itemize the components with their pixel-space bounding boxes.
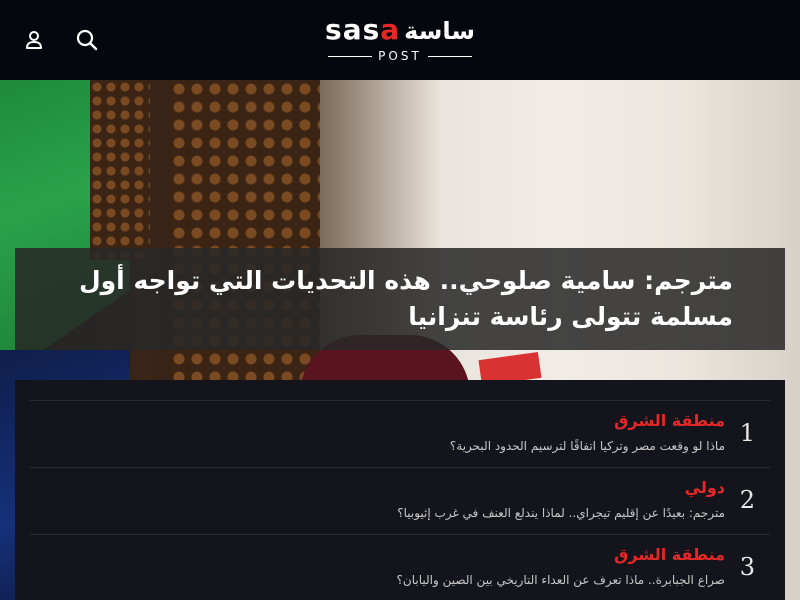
- logo-wordmark: sasa ساسة: [325, 14, 475, 47]
- article-list: 1 منطقة الشرق ماذا لو وقعت مصر وتركيا ات…: [30, 400, 770, 600]
- list-item[interactable]: 3 منطقة الشرق صراع الجبابرة.. ماذا تعرف …: [30, 534, 770, 600]
- logo-divider: [328, 55, 373, 57]
- item-number: 3: [739, 553, 755, 581]
- logo-arabic: ساسة: [404, 17, 475, 45]
- item-number: 2: [739, 486, 755, 514]
- search-icon[interactable]: [75, 28, 99, 52]
- most-read-panel: 1 منطقة الشرق ماذا لو وقعت مصر وتركيا ات…: [15, 380, 785, 600]
- list-item[interactable]: 1 منطقة الشرق ماذا لو وقعت مصر وتركيا ات…: [30, 400, 770, 467]
- site-header: sasa ساسة POST: [0, 0, 800, 80]
- user-icon[interactable]: [22, 28, 46, 52]
- item-category[interactable]: منطقة الشرق: [614, 545, 725, 564]
- item-number: 1: [739, 419, 755, 447]
- headline-overlay: مترجم: سامية صلوحي.. هذه التحديات التي ت…: [15, 248, 785, 350]
- item-title[interactable]: ماذا لو وقعت مصر وتركيا اتفاقًا لترسيم ا…: [450, 439, 725, 453]
- item-title[interactable]: مترجم: بعيدًا عن إقليم تيجراي.. لماذا ين…: [397, 506, 725, 520]
- logo-latin: sasa: [325, 13, 401, 46]
- site-logo[interactable]: sasa ساسة POST: [300, 14, 500, 66]
- logo-subline: POST: [328, 49, 472, 63]
- logo-divider: [427, 55, 472, 57]
- list-item[interactable]: 2 دولي مترجم: بعيدًا عن إقليم تيجراي.. ل…: [30, 467, 770, 534]
- item-category[interactable]: منطقة الشرق: [614, 411, 725, 430]
- article-headline[interactable]: مترجم: سامية صلوحي.. هذه التحديات التي ت…: [67, 263, 733, 335]
- item-title[interactable]: صراع الجبابرة.. ماذا تعرف عن العداء التا…: [397, 573, 725, 587]
- carved-panel: [90, 80, 150, 260]
- item-category[interactable]: دولي: [685, 478, 725, 497]
- logo-post-text: POST: [378, 49, 422, 63]
